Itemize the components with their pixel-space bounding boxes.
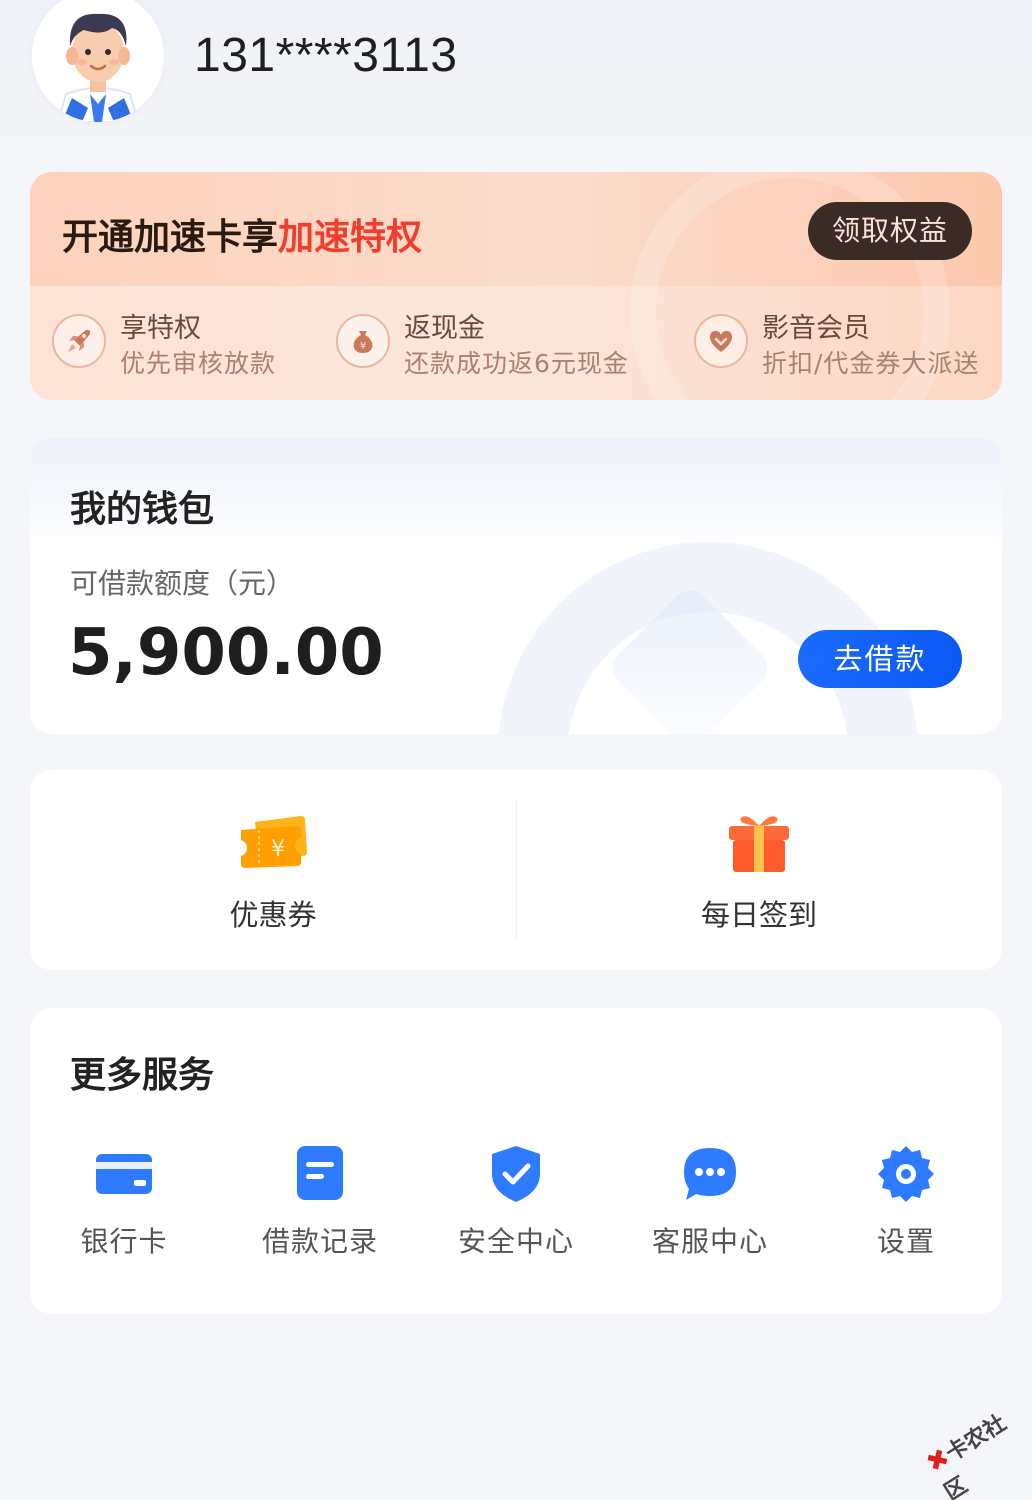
perk-title: 影音会员 <box>762 313 870 344</box>
service-label: 安全中心 <box>457 1225 574 1258</box>
wallet-title: 我的钱包 <box>70 489 215 530</box>
vip-card[interactable]: 开通加速卡享加速特权 领取权益 享特权 优先审核放款 ¥ 返现金 还款成功返6元… <box>30 172 1002 400</box>
service-label: 设置 <box>876 1225 935 1258</box>
rocket-icon <box>52 314 106 368</box>
more-services-card: 更多服务 银行卡 借款记录 安全中心 客服中心 设置 <box>30 1008 1002 1314</box>
svg-text:¥: ¥ <box>271 837 285 862</box>
profile-header: 131****3113 <box>0 0 1032 150</box>
daily-checkin-entry[interactable]: 每日签到 <box>516 770 1002 970</box>
user-phone: 131****3113 <box>194 29 458 82</box>
service-label: 银行卡 <box>80 1225 168 1258</box>
perk-subtitle: 折扣/代金券大派送 <box>762 349 980 378</box>
service-label: 借款记录 <box>261 1225 378 1258</box>
credit-limit-amount: 5,900.00 <box>68 616 384 690</box>
vip-card-title: 开通加速卡享加速特权 <box>62 208 422 260</box>
claim-benefits-button[interactable]: 领取权益 <box>808 202 972 260</box>
perk-subtitle: 还款成功返6元现金 <box>404 349 629 378</box>
service-bank-card[interactable]: 银行卡 <box>44 1138 204 1268</box>
coupon-icon: ¥ <box>241 816 307 868</box>
coupon-label: 优惠券 <box>229 898 317 932</box>
gear-icon <box>878 1146 934 1202</box>
vip-title-highlight: 加速特权 <box>278 217 423 258</box>
svg-text:¥: ¥ <box>360 341 366 352</box>
daily-checkin-label: 每日签到 <box>700 898 817 932</box>
coupon-entry[interactable]: ¥ 优惠券 <box>30 770 516 970</box>
service-settings[interactable]: 设置 <box>826 1138 986 1268</box>
vip-title-prefix: 开通加速卡享 <box>62 217 279 258</box>
heart-badge-icon <box>694 314 748 368</box>
chat-bubble-icon <box>684 1148 736 1200</box>
gift-icon <box>729 816 789 872</box>
money-bag-icon: ¥ <box>336 314 390 368</box>
quick-actions-card: ¥ 优惠券 每日签到 <box>30 770 1002 970</box>
bank-card-icon <box>96 1154 152 1194</box>
perk-item[interactable]: 影音会员 折扣/代金券大派送 <box>694 306 994 378</box>
perk-item[interactable]: ¥ 返现金 还款成功返6元现金 <box>336 306 656 378</box>
service-security-center[interactable]: 安全中心 <box>436 1138 596 1268</box>
service-customer-support[interactable]: 客服中心 <box>630 1138 790 1268</box>
service-label: 客服中心 <box>651 1225 768 1258</box>
watermark-text: 卡农社区 <box>940 1410 1011 1500</box>
watermark: ✖卡农社区 <box>920 1397 1032 1500</box>
wallet-card: 我的钱包 可借款额度（元） 5,900.00 去借款 <box>30 438 1002 734</box>
avatar-man-icon <box>32 0 164 122</box>
services-title: 更多服务 <box>70 1055 215 1096</box>
service-loan-records[interactable]: 借款记录 <box>240 1138 400 1268</box>
perk-title: 返现金 <box>404 313 485 344</box>
avatar[interactable] <box>32 0 164 122</box>
credit-limit-label: 可借款额度（元） <box>70 567 295 600</box>
document-icon <box>297 1146 343 1200</box>
perk-title: 享特权 <box>120 313 201 344</box>
perk-subtitle: 优先审核放款 <box>120 349 277 378</box>
perk-item[interactable]: 享特权 优先审核放款 <box>52 306 312 378</box>
borrow-button[interactable]: 去借款 <box>798 630 962 688</box>
shield-check-icon <box>492 1146 540 1202</box>
